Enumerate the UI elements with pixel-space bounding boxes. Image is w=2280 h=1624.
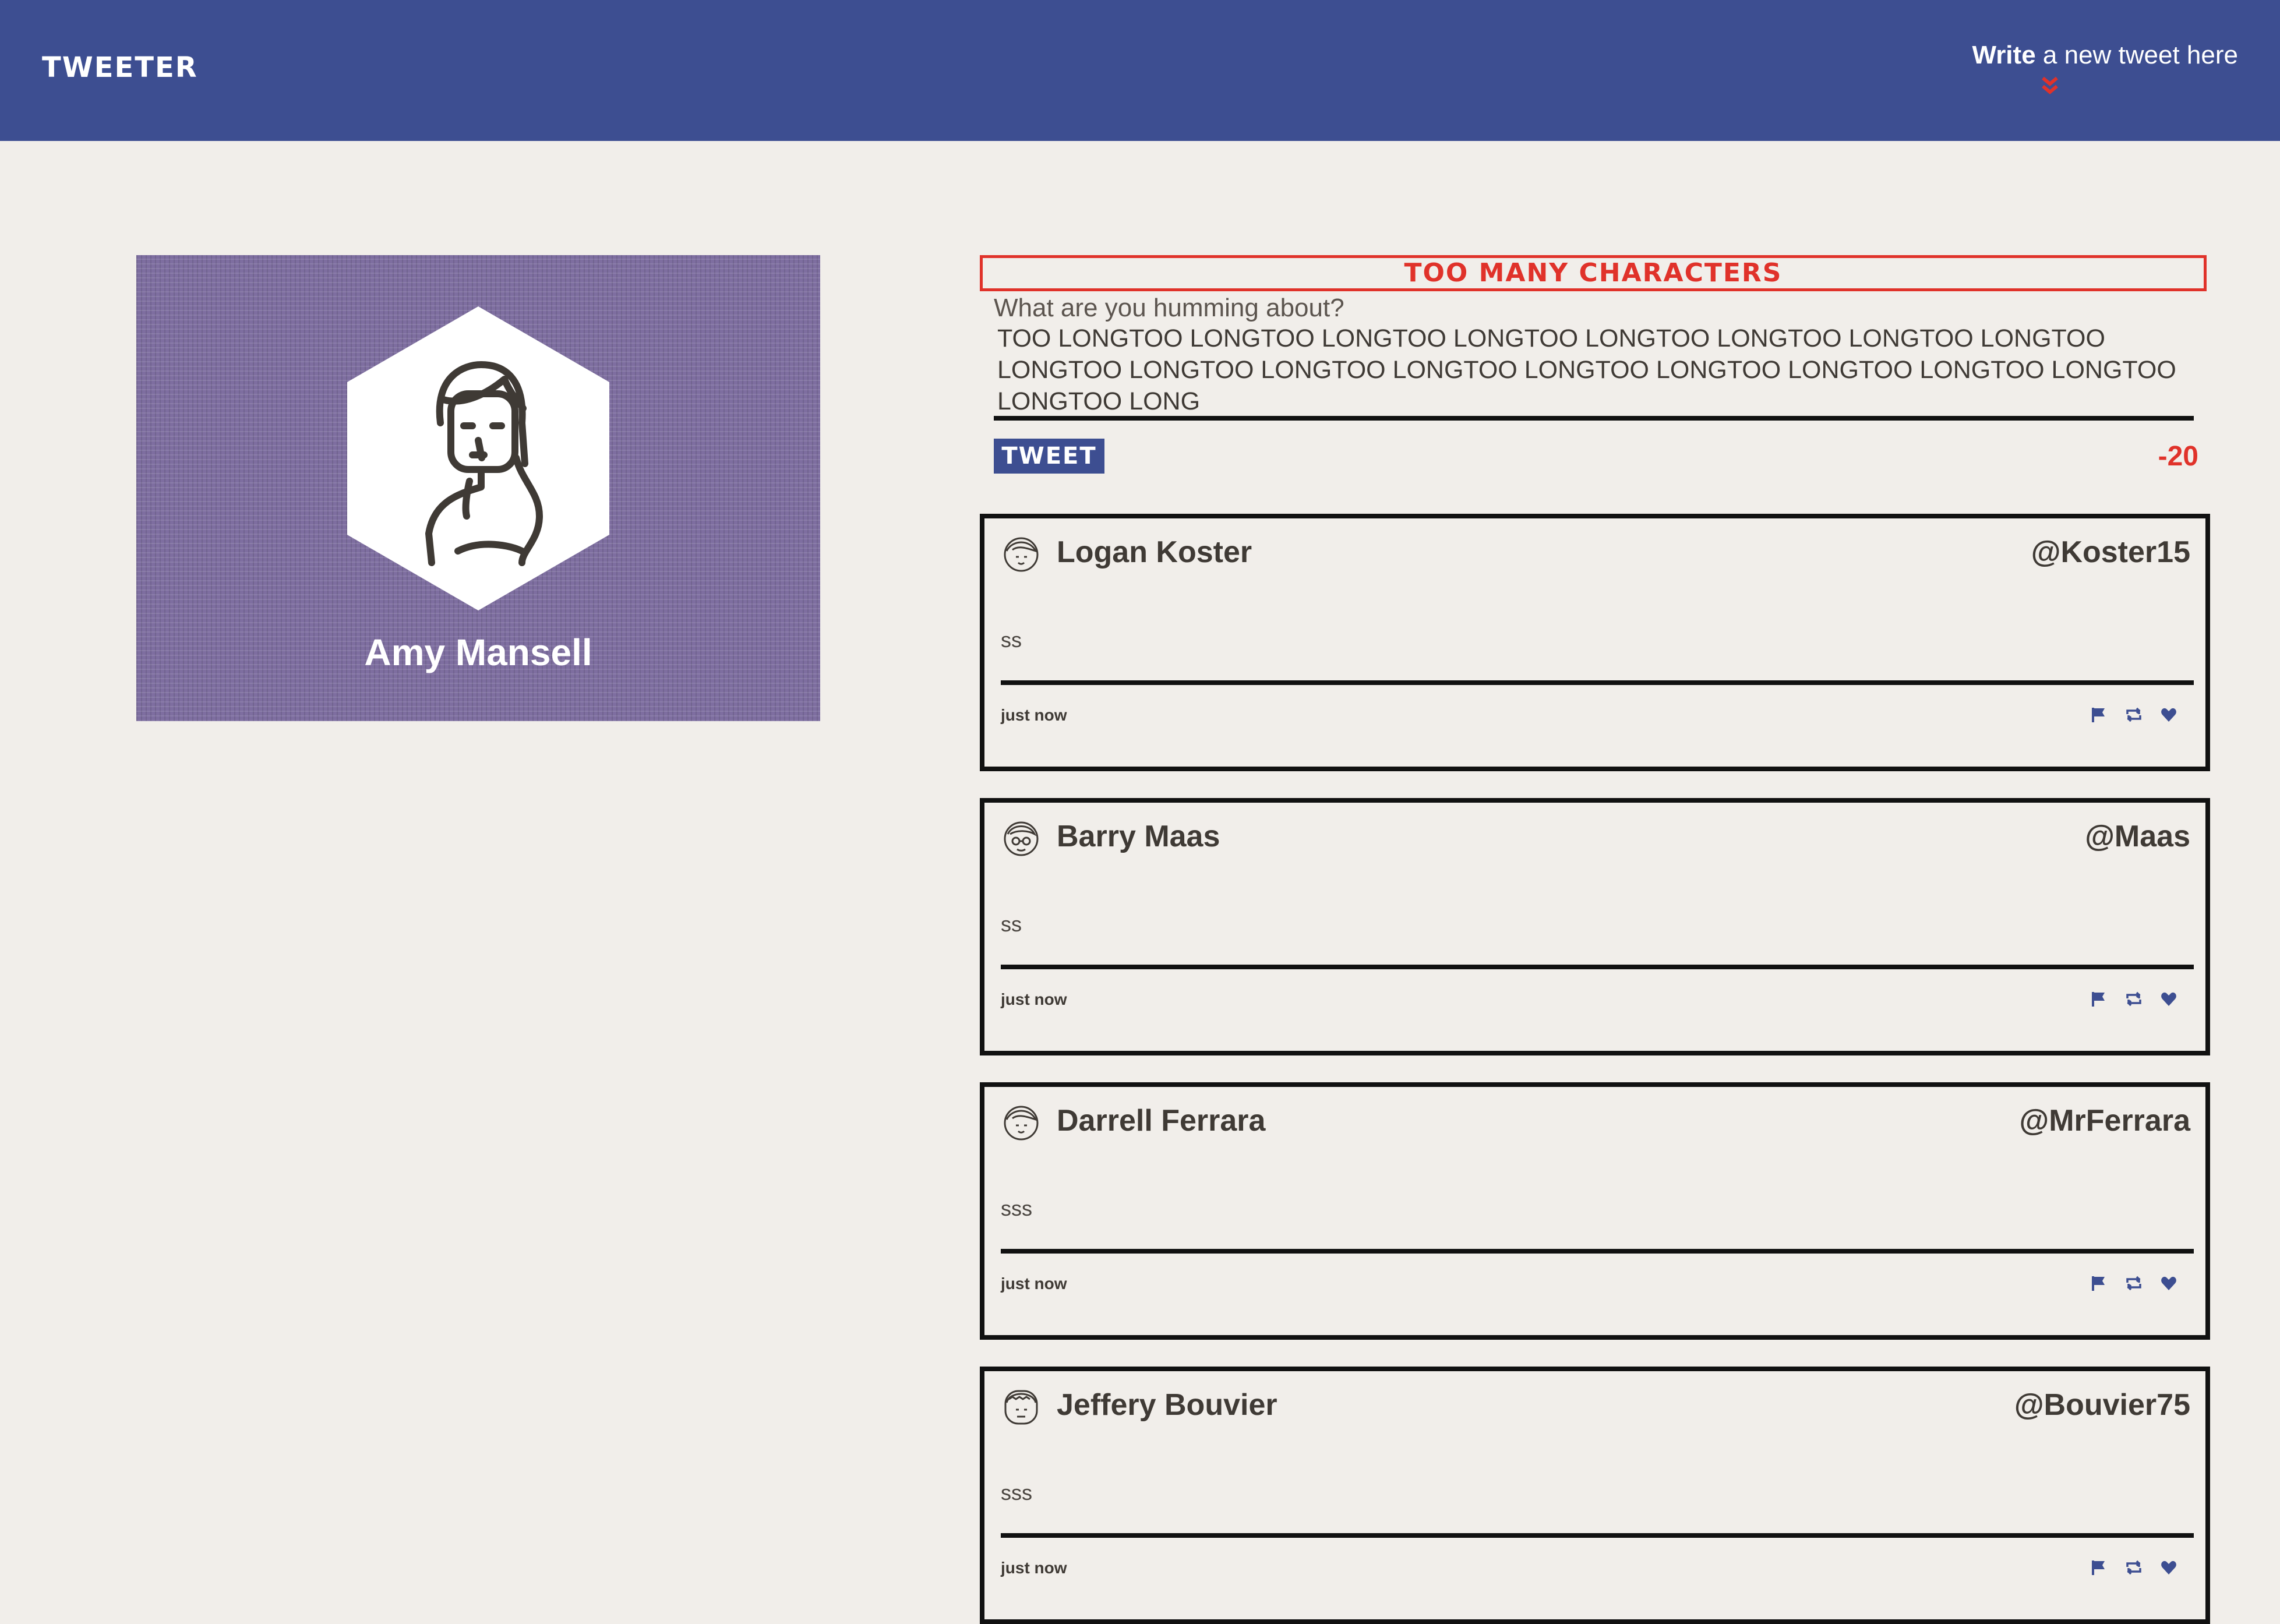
error-message: Too many characters — [980, 255, 2207, 291]
user-avatar-icon — [1004, 1106, 1039, 1141]
heart-icon[interactable] — [2160, 990, 2177, 1008]
tweet-submit-button[interactable]: Tweet — [994, 439, 1104, 474]
compose-toggle[interactable]: Write a new tweet here — [1972, 41, 2238, 98]
tweet-card: Jeffery Bouvier @Bouvier75 sss just now — [980, 1367, 2210, 1624]
tweet-body: sss — [1001, 1481, 1032, 1505]
retweet-icon[interactable] — [2125, 1559, 2143, 1576]
tweet-author-handle[interactable]: @Koster15 — [2031, 535, 2190, 570]
heart-icon[interactable] — [2160, 1559, 2177, 1576]
character-counter: -20 — [2158, 441, 2198, 472]
tweet-actions — [2090, 1275, 2177, 1292]
tweet-textarea[interactable]: TOO LONGTOO LONGTOO LONGTOO LONGTOO LONG… — [994, 323, 2194, 421]
tweet-body: sss — [1001, 1196, 1032, 1220]
tweet-timestamp: just now — [1001, 706, 1067, 724]
tweet-timestamp: just now — [1001, 1275, 1067, 1293]
tweet-actions — [2090, 706, 2177, 723]
top-nav: TWEETER Write a new tweet here — [0, 0, 2280, 141]
profile-avatar — [347, 306, 609, 610]
tweet-author-handle[interactable]: @MrFerrara — [2020, 1103, 2191, 1138]
user-avatar-icon — [1004, 1390, 1038, 1425]
compose-toggle-label: Write a new tweet here — [1972, 41, 2238, 70]
user-avatar-icon — [1004, 537, 1039, 572]
new-tweet-form: Too many characters What are you humming… — [980, 255, 2210, 474]
tweet-timestamp: just now — [1001, 990, 1067, 1008]
tweet-author-handle[interactable]: @Bouvier75 — [2014, 1388, 2190, 1422]
tweet-actions — [2090, 1559, 2177, 1576]
tweet-author-name: Jeffery Bouvier — [1057, 1388, 1277, 1422]
tweet-author-handle[interactable]: @Maas — [2085, 819, 2190, 854]
chevron-double-down-icon[interactable] — [2038, 75, 2062, 98]
tweet-divider — [1001, 1249, 2194, 1254]
retweet-icon[interactable] — [2125, 990, 2143, 1008]
flag-icon[interactable] — [2090, 706, 2108, 723]
flag-icon[interactable] — [2090, 1275, 2108, 1292]
tweet-divider — [1001, 680, 2194, 685]
heart-icon[interactable] — [2160, 706, 2177, 723]
tweet-author-name: Logan Koster — [1057, 535, 1252, 569]
compose-toggle-strong: Write — [1972, 41, 2036, 69]
tweet-author-name: Darrell Ferrara — [1057, 1104, 1266, 1138]
flag-icon[interactable] — [2090, 1559, 2108, 1576]
tweet-card: Darrell Ferrara @MrFerrara sss just now — [980, 1082, 2210, 1340]
flag-icon[interactable] — [2090, 990, 2108, 1008]
retweet-icon[interactable] — [2125, 1275, 2143, 1292]
tweet-divider — [1001, 965, 2194, 969]
retweet-icon[interactable] — [2125, 706, 2143, 723]
tweet-actions — [2090, 990, 2177, 1008]
tweet-timestamp: just now — [1001, 1559, 1067, 1577]
tweet-card: Barry Maas @Maas ss just now — [980, 798, 2210, 1055]
profile-card: Amy Mansell — [136, 255, 820, 721]
tweet-author-name: Barry Maas — [1057, 820, 1220, 853]
tweet-body: ss — [1001, 628, 1022, 652]
tweet-body: ss — [1001, 912, 1022, 936]
tweet-card: Logan Koster @Koster15 ss just now — [980, 514, 2210, 771]
heart-icon[interactable] — [2160, 1275, 2177, 1292]
tweet-input-label: What are you humming about? — [994, 294, 1344, 322]
user-avatar-icon — [1004, 821, 1039, 856]
profile-name: Amy Mansell — [364, 631, 592, 673]
brand-logo[interactable]: TWEETER — [42, 51, 198, 84]
tweet-divider — [1001, 1533, 2194, 1538]
compose-toggle-rest: a new tweet here — [2035, 41, 2238, 69]
